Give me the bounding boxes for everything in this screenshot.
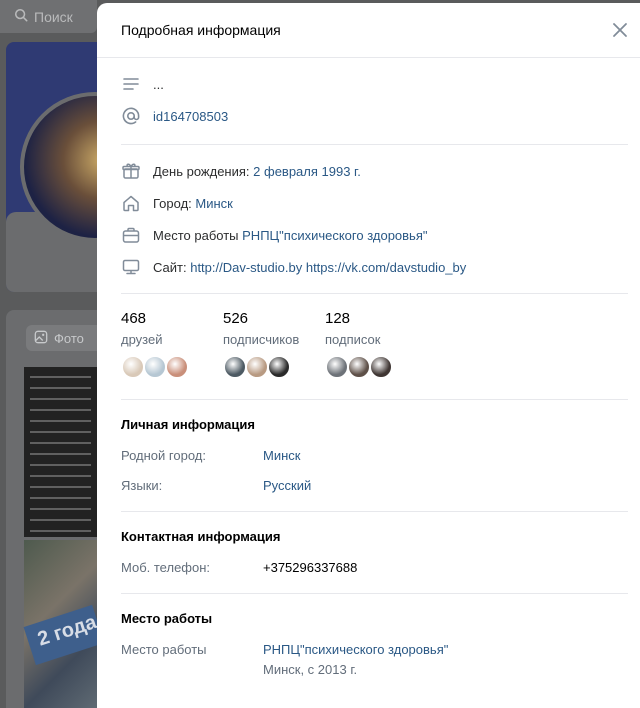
subscriptions-count: 128 (325, 310, 351, 327)
close-icon (613, 23, 627, 37)
photos-tab[interactable]: Фото (26, 325, 97, 351)
hometown-link[interactable]: Минск (263, 448, 300, 463)
site-link-1[interactable]: http://Dav-studio.by (190, 260, 302, 275)
city-row: Город: Минск (121, 187, 628, 219)
friends-avatars (121, 355, 223, 379)
followers-count: 526 (223, 310, 249, 327)
languages-link[interactable]: Русский (263, 478, 311, 493)
photos-tab-label: Фото (54, 330, 84, 346)
avatar[interactable] (121, 355, 145, 379)
contact-info-title: Контактная информация (121, 529, 281, 544)
details-modal: Подробная информация ... id164708503 Ден… (97, 3, 640, 708)
status-row: ... (121, 68, 628, 100)
user-id-row: id164708503 (121, 100, 628, 132)
contact-info-section: Контактная информация Моб. телефон: +375… (121, 512, 628, 594)
short-info-section: ... id164708503 (121, 58, 628, 145)
career-link[interactable]: РНПЦ"психического здоровья" (263, 642, 448, 657)
career-row: Место работы РНПЦ"психического здоровья"… (121, 635, 628, 677)
birthday-link[interactable]: 2 февраля 1993 г. (253, 164, 361, 179)
phone-label: Моб. телефон: (121, 560, 211, 575)
avatar[interactable] (267, 355, 291, 379)
briefcase-icon (121, 225, 141, 245)
site-link-2[interactable]: https://vk.com/davstudio_by (306, 260, 466, 275)
search-icon (14, 8, 28, 25)
birthday-label: День рождения: (153, 163, 250, 179)
avatar[interactable] (245, 355, 269, 379)
profile-details-section: День рождения: 2 февраля 1993 г. Город: … (121, 145, 628, 294)
hometown-row: Родной город: Минск (121, 441, 628, 471)
personal-info-section: Личная информация Родной город: Минск Яз… (121, 400, 628, 512)
site-row: Сайт: http://Dav-studio.by https://vk.co… (121, 251, 628, 283)
avatar[interactable] (223, 355, 247, 379)
subscriptions-avatars (325, 355, 427, 379)
subscriptions-caption: подписок (325, 332, 381, 347)
site-label: Сайт: (153, 259, 187, 275)
personal-info-title: Личная информация (121, 417, 255, 432)
work-label: Место работы (153, 227, 239, 243)
close-button[interactable] (612, 22, 628, 38)
photo-thumbnail[interactable] (24, 367, 97, 537)
home-icon (121, 193, 141, 213)
search-bar[interactable]: Поиск (0, 0, 97, 33)
career-section: Место работы Место работы РНПЦ"психическ… (121, 594, 628, 677)
friends-count: 468 (121, 310, 147, 327)
status-text: ... (153, 76, 164, 92)
career-label: Место работы (121, 642, 207, 657)
city-label: Город: (153, 195, 192, 211)
avatar[interactable] (325, 355, 349, 379)
phone-row: Моб. телефон: +375296337688 (121, 553, 628, 583)
followers-caption: подписчиков (223, 332, 300, 347)
modal-header: Подробная информация (97, 3, 640, 58)
career-title: Место работы (121, 611, 213, 626)
user-id-link[interactable]: id164708503 (153, 109, 228, 124)
followers-counter[interactable]: 526 подписчиков (223, 310, 325, 399)
followers-avatars (223, 355, 325, 379)
avatar[interactable] (165, 355, 189, 379)
birthday-row: День рождения: 2 февраля 1993 г. (121, 155, 628, 187)
search-placeholder: Поиск (34, 8, 73, 25)
friends-caption: друзей (121, 332, 163, 347)
career-details: Минск, с 2013 г. (263, 662, 358, 677)
monitor-icon (121, 257, 141, 277)
hometown-label: Родной город: (121, 448, 206, 463)
avatar[interactable] (369, 355, 393, 379)
friends-counter[interactable]: 468 друзей (121, 310, 223, 399)
text-lines-icon (121, 74, 141, 94)
photo-icon (34, 330, 48, 347)
languages-label: Языки: (121, 478, 163, 493)
avatar[interactable] (143, 355, 167, 379)
work-link[interactable]: РНПЦ"психического здоровья" (242, 228, 427, 243)
work-row: Место работы РНПЦ"психического здоровья" (121, 219, 628, 251)
phone-value: +375296337688 (263, 560, 358, 575)
gift-icon (121, 161, 141, 181)
at-sign-icon (121, 106, 141, 126)
languages-row: Языки: Русский (121, 471, 628, 501)
modal-title: Подробная информация (121, 22, 281, 38)
subscriptions-counter[interactable]: 128 подписок (325, 310, 427, 399)
city-link[interactable]: Минск (195, 196, 232, 211)
counters-section: 468 друзей 526 подписчиков 128 подписок (121, 294, 628, 400)
avatar[interactable] (347, 355, 371, 379)
